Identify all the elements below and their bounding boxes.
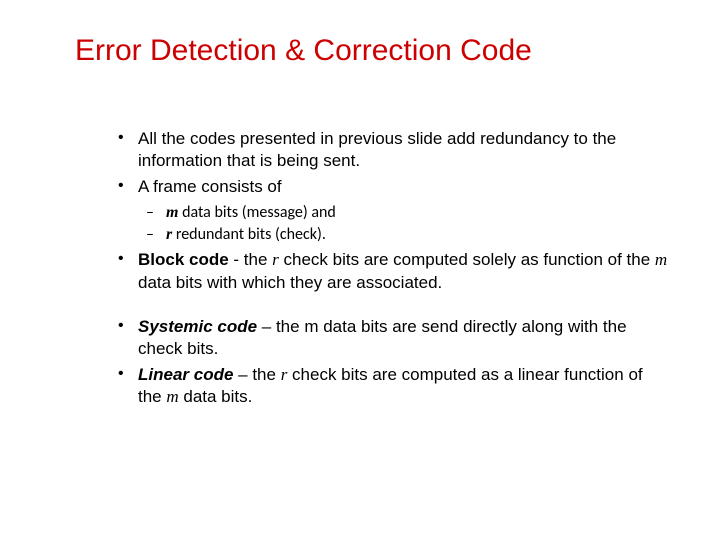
slide-title: Error Detection & Correction Code xyxy=(75,34,670,68)
bullet-list: All the codes presented in previous slid… xyxy=(110,128,670,294)
sub-bullet-text: redundant bits (check). xyxy=(172,225,326,244)
var-m: m xyxy=(166,204,178,221)
bullet-list: Systemic code – the m data bits are send… xyxy=(110,316,670,408)
slide-content: All the codes presented in previous slid… xyxy=(50,128,670,408)
slide: Error Detection & Correction Code All th… xyxy=(0,0,720,540)
bullet-item: A frame consists of m data bits (message… xyxy=(110,176,670,245)
spacer xyxy=(110,298,670,316)
var-m: m xyxy=(166,387,178,406)
var-m: m xyxy=(655,250,667,269)
term-linear-code: Linear code xyxy=(138,365,233,384)
bullet-item: All the codes presented in previous slid… xyxy=(110,128,670,172)
bullet-item: Block code - the r check bits are comput… xyxy=(110,249,670,293)
bullet-text: check bits are computed solely as functi… xyxy=(279,250,655,269)
bullet-text: A frame consists of xyxy=(138,177,282,196)
sub-bullet-text: data bits (message) and xyxy=(178,203,335,222)
term-systemic-code: Systemic code xyxy=(138,317,257,336)
sub-bullet-item: r redundant bits (check). xyxy=(138,224,670,246)
bullet-text: data bits with which they are associated… xyxy=(138,273,442,292)
bullet-text: All the codes presented in previous slid… xyxy=(138,129,616,170)
bullet-item: Systemic code – the m data bits are send… xyxy=(110,316,670,360)
sub-bullet-item: m data bits (message) and xyxy=(138,202,670,224)
bullet-item: Linear code – the r check bits are compu… xyxy=(110,364,670,408)
bullet-text: data bits. xyxy=(179,387,253,406)
sub-bullet-list: m data bits (message) and r redundant bi… xyxy=(138,202,670,245)
bullet-text: - the xyxy=(229,250,272,269)
term-block-code: Block code xyxy=(138,250,229,269)
var-r: r xyxy=(272,250,279,269)
bullet-text: – the xyxy=(233,365,280,384)
